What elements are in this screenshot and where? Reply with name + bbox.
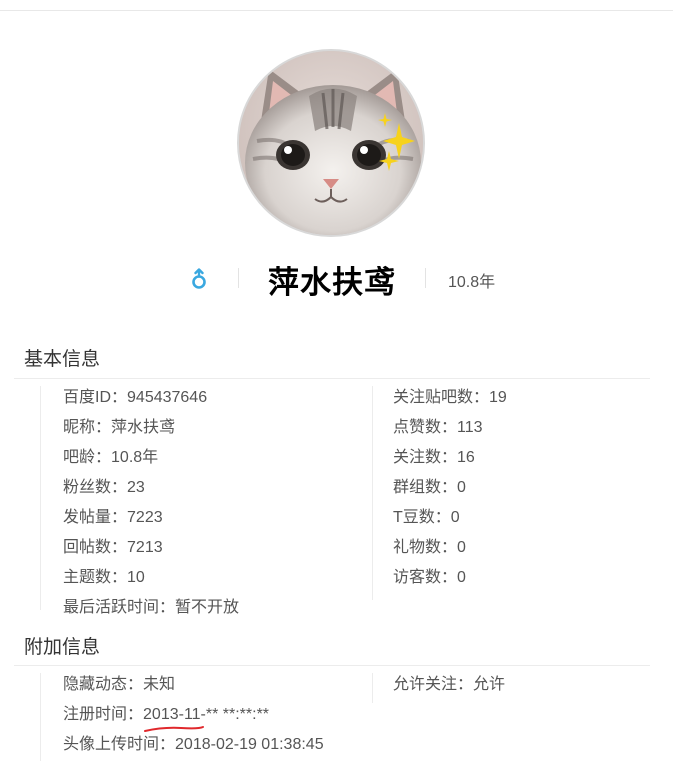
info-row: 隐藏动态：未知 bbox=[63, 676, 176, 693]
header-divider bbox=[425, 268, 426, 288]
cat-avatar-image bbox=[239, 51, 423, 235]
basic-info-title: 基本信息 bbox=[24, 349, 101, 370]
red-underline-mark bbox=[144, 726, 205, 732]
avatar[interactable] bbox=[237, 49, 425, 237]
column-rule bbox=[372, 386, 373, 600]
account-age: 10.8年 bbox=[448, 274, 496, 291]
info-row: 访客数：0 bbox=[393, 569, 466, 586]
column-rule bbox=[372, 673, 373, 703]
top-divider bbox=[0, 0, 673, 11]
info-row: 回帖数：7213 bbox=[63, 539, 163, 556]
info-row: 关注贴吧数：19 bbox=[393, 389, 507, 406]
info-row: 吧龄：10.8年 bbox=[63, 449, 159, 466]
column-rule bbox=[40, 673, 41, 761]
info-row: 发帖量：7223 bbox=[63, 509, 163, 526]
info-row: T豆数：0 bbox=[393, 509, 460, 526]
info-row: 群组数：0 bbox=[393, 479, 466, 496]
extra-info-right: 允许关注：允许 bbox=[393, 670, 505, 700]
extra-info-left: 隐藏动态：未知 注册时间：2013-11 -** **:**:** 头像上传时间：… bbox=[63, 670, 324, 760]
info-row: 粉丝数：23 bbox=[63, 479, 145, 496]
info-row: 点赞数：113 bbox=[393, 419, 483, 436]
male-gender-icon bbox=[192, 268, 206, 289]
info-row: 主题数：10 bbox=[63, 569, 145, 586]
info-row: 礼物数：0 bbox=[393, 539, 466, 556]
section-divider bbox=[14, 378, 650, 379]
basic-info-right: 关注贴吧数：19 点赞数：113 关注数：16 群组数：0 T豆数：0 礼物数：… bbox=[393, 383, 507, 593]
nickname: 萍水扶鸢 bbox=[268, 265, 396, 300]
info-row: 允许关注：允许 bbox=[393, 676, 506, 693]
column-rule bbox=[40, 386, 41, 610]
section-divider bbox=[14, 665, 650, 666]
basic-info-left: 百度ID：945437646 昵称：萍水扶鸢 吧龄：10.8年 粉丝数：23 发… bbox=[63, 383, 239, 623]
annotated-date: 2013-11 bbox=[143, 700, 205, 732]
info-row: 最后活跃时间：暂不开放 bbox=[63, 599, 240, 616]
extra-info-title: 附加信息 bbox=[24, 637, 101, 658]
info-row: 头像上传时间：2018-02-19 01:38:45 bbox=[63, 736, 324, 753]
info-row: 注册时间：2013-11 -** **:**:** bbox=[63, 700, 324, 732]
info-row: 关注数：16 bbox=[393, 449, 475, 466]
profile-header: 萍水扶鸢 10.8年 bbox=[0, 255, 673, 301]
info-row: 昵称：萍水扶鸢 bbox=[63, 419, 176, 436]
header-divider bbox=[238, 268, 239, 288]
info-row: 百度ID：945437646 bbox=[63, 389, 208, 406]
